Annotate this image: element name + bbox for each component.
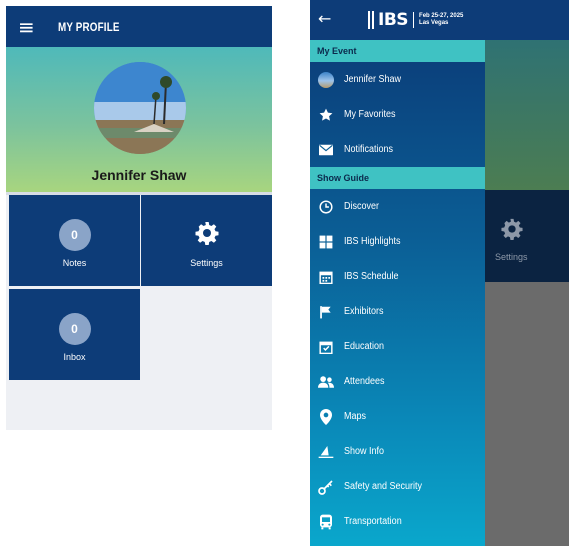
avatar-photo-icon: [94, 62, 186, 154]
calendar-check-icon: [318, 339, 334, 355]
nav-item-label: Notifications: [344, 144, 394, 155]
nav-item-label: IBS Schedule: [344, 271, 399, 282]
notes-tile[interactable]: 0 Notes: [9, 195, 140, 286]
nav-item-discover[interactable]: Discover: [310, 189, 485, 224]
ibs-logo: IBS Feb 25-27, 2025 Las Vegas: [368, 10, 463, 30]
nav-item-label: Discover: [344, 201, 380, 212]
gear-icon: [195, 222, 218, 245]
logo-bars-icon: [368, 11, 374, 29]
grid-icon: [318, 234, 334, 250]
logo-dates: Feb 25-27, 2025 Las Vegas: [419, 13, 463, 27]
inbox-label: Inbox: [63, 352, 86, 362]
nav-item-label: Jennifer Shaw: [344, 74, 402, 85]
map-pin-icon: [318, 408, 334, 425]
key-icon: [318, 479, 334, 495]
dimmed-settings-tile: Settings: [485, 190, 569, 282]
nav-item-label: My Favorites: [344, 109, 396, 120]
nav-item-label: IBS Highlights: [344, 236, 401, 247]
nav-item-favorites[interactable]: My Favorites: [310, 97, 485, 132]
calendar-icon: [318, 269, 334, 285]
settings-label: Settings: [190, 258, 223, 268]
nav-item-safety[interactable]: Safety and Security: [310, 469, 485, 504]
dimmed-background[interactable]: Settings: [485, 40, 569, 546]
nav-item-label: Transportation: [344, 516, 402, 527]
nav-item-exhibitors[interactable]: Exhibitors: [310, 294, 485, 329]
section-header-show-guide: Show Guide: [310, 167, 485, 189]
profile-header: Jennifer Shaw: [6, 47, 272, 195]
nav-item-profile[interactable]: Jennifer Shaw: [310, 62, 485, 97]
nav-item-transportation[interactable]: Transportation: [310, 504, 485, 539]
profile-screen: ≡ MY PROFILE Jennifer Shaw 0 Notes Setti…: [6, 6, 272, 430]
dimmed-settings-label: Settings: [495, 252, 528, 262]
bus-icon: [318, 514, 334, 530]
nav-item-label: Maps: [344, 411, 367, 422]
nav-item-label: Show Info: [344, 446, 385, 457]
nav-item-label: Education: [344, 341, 385, 352]
dimmed-content: [485, 282, 569, 546]
nav-item-label: Attendees: [344, 376, 385, 387]
dimmed-profile-header: [485, 40, 569, 190]
notes-count-badge: 0: [58, 219, 91, 251]
star-icon: [318, 107, 334, 123]
nav-item-highlights[interactable]: IBS Highlights: [310, 224, 485, 259]
flag-icon: [318, 304, 334, 320]
clock-icon: [318, 199, 334, 215]
nav-item-maps[interactable]: Maps: [310, 399, 485, 434]
settings-tile[interactable]: Settings: [141, 195, 272, 286]
back-arrow-icon[interactable]: ←: [318, 9, 331, 28]
top-bar: ← IBS Feb 25-27, 2025 Las Vegas: [310, 0, 569, 40]
nav-item-notifications[interactable]: Notifications: [310, 132, 485, 167]
navigation-drawer: My Event Jennifer Shaw My Favorites Noti…: [310, 40, 485, 546]
nav-item-label: Exhibitors: [344, 306, 384, 317]
logo-city-text: Las Vegas: [419, 20, 449, 26]
sail-icon: [318, 444, 334, 460]
logo-text: IBS: [378, 10, 409, 30]
nav-item-attendees[interactable]: Attendees: [310, 364, 485, 399]
nav-item-show-info[interactable]: Show Info: [310, 434, 485, 469]
nav-item-label: Safety and Security: [344, 481, 423, 492]
page-title: MY PROFILE: [58, 19, 120, 34]
people-icon: [318, 374, 334, 390]
envelope-icon: [318, 142, 334, 158]
avatar-icon: [318, 71, 334, 88]
inbox-tile[interactable]: 0 Inbox: [9, 289, 140, 380]
user-name: Jennifer Shaw: [91, 167, 187, 183]
hamburger-menu-icon[interactable]: ≡: [18, 17, 40, 37]
section-header-my-event: My Event: [310, 40, 485, 62]
avatar[interactable]: [94, 62, 186, 154]
nav-item-schedule[interactable]: IBS Schedule: [310, 259, 485, 294]
logo-date-text: Feb 25-27, 2025: [419, 13, 464, 19]
gear-icon: [501, 218, 523, 240]
nav-item-education[interactable]: Education: [310, 329, 485, 364]
top-bar: ≡ MY PROFILE: [6, 6, 272, 47]
navigation-screen: ← IBS Feb 25-27, 2025 Las Vegas Settings…: [310, 0, 569, 546]
notes-label: Notes: [62, 258, 87, 268]
inbox-count-badge: 0: [58, 313, 91, 345]
logo-divider: [413, 12, 415, 28]
